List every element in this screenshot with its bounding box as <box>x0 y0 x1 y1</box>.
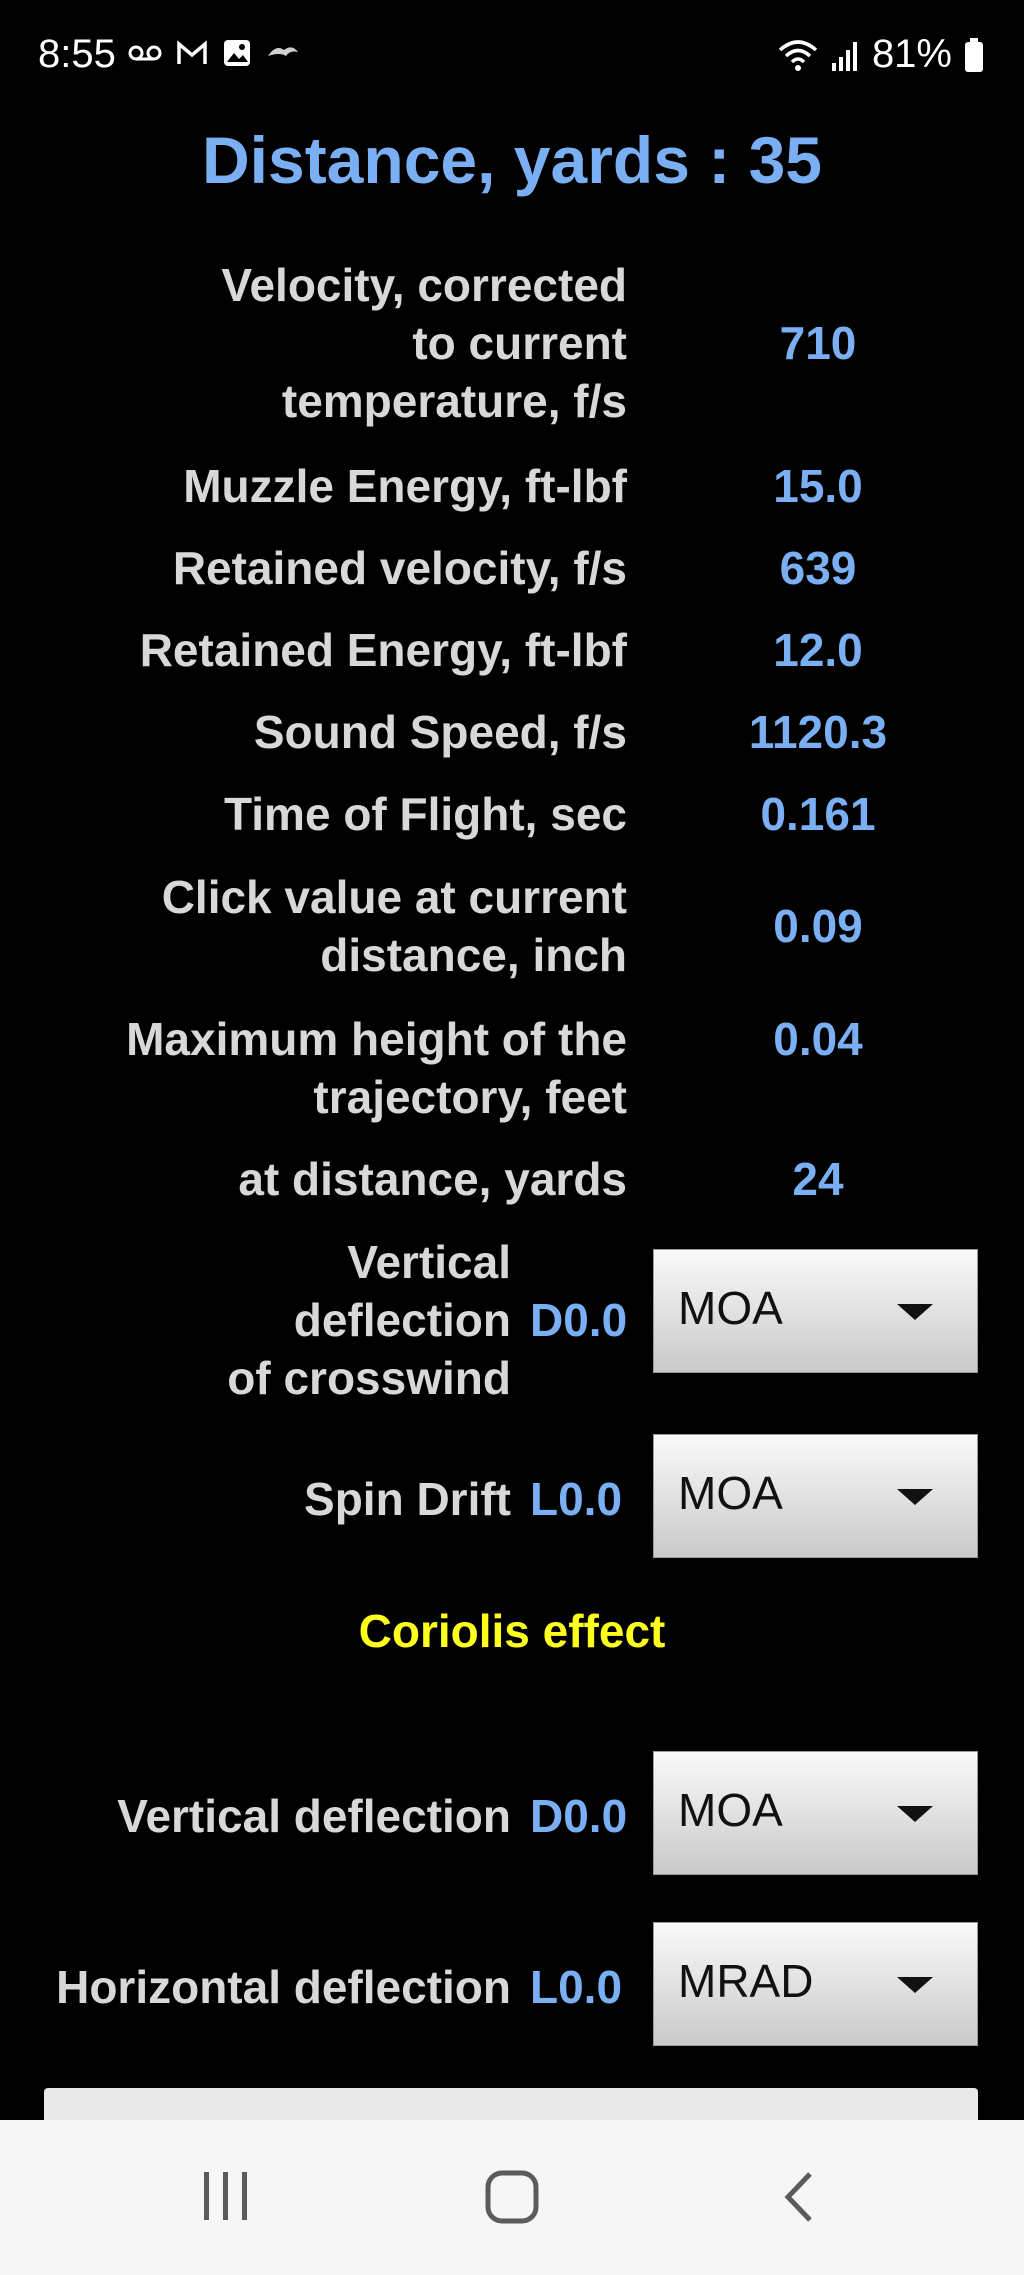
voicemail-icon <box>128 45 162 61</box>
result-value: 639 <box>779 542 857 594</box>
wifi-icon <box>778 39 818 71</box>
select-value: MOA <box>678 1282 783 1334</box>
bird-icon <box>268 47 298 56</box>
result-value: 710 <box>779 317 857 369</box>
label-line: of crosswind <box>227 1352 511 1404</box>
select-value: MRAD <box>678 1955 814 2007</box>
result-label: Maximum height of the trajectory, feet <box>126 1010 627 1126</box>
result-value: 15.0 <box>773 460 863 512</box>
crosswind-unit-select[interactable]: MOA <box>653 1249 978 1373</box>
result-label: Retained Energy, ft-lbf <box>140 621 627 679</box>
label-line: temperature, f/s <box>281 375 627 427</box>
gallery-icon <box>224 40 250 66</box>
result-label: Click value at current distance, inch <box>162 868 627 984</box>
label-line: Retained Energy, ft-lbf <box>139 624 627 676</box>
label-line: Vertical <box>347 1236 511 1288</box>
result-label: at distance, yards <box>238 1150 627 1208</box>
gmail-icon <box>177 40 207 64</box>
result-value: 0.09 <box>773 900 863 952</box>
coriolis-horizontal-label: Horizontal deflection <box>56 1961 511 2013</box>
result-label: Retained velocity, f/s <box>173 539 627 597</box>
result-label: Sound Speed, f/s <box>254 703 627 761</box>
label-line: Velocity, corrected <box>221 259 627 311</box>
back-icon[interactable] <box>780 2170 816 2224</box>
label-line: Time of Flight, sec <box>224 788 627 840</box>
result-label: Velocity, corrected to current temperatu… <box>221 256 627 430</box>
chevron-down-icon <box>897 1977 933 1993</box>
spin-drift-label: Spin Drift <box>304 1473 511 1525</box>
label-line: Retained velocity, f/s <box>172 542 627 594</box>
coriolis-vertical-value: D0.0 <box>530 1790 628 1842</box>
label-line: deflection <box>293 1294 511 1346</box>
chevron-down-icon <box>897 1806 933 1822</box>
chevron-down-icon <box>897 1304 933 1320</box>
result-value: 1120.3 <box>748 706 888 758</box>
label-line: Sound Speed, f/s <box>253 706 627 758</box>
coriolis-horizontal-unit-select[interactable]: MRAD <box>653 1922 978 2046</box>
spin-drift-unit-select[interactable]: MOA <box>653 1434 978 1558</box>
page-title: Distance, yards : 35 <box>202 123 822 197</box>
label-line: to current <box>412 317 627 369</box>
label-line: distance, inch <box>320 929 627 981</box>
result-label: Time of Flight, sec <box>224 785 627 843</box>
spin-drift-value: L0.0 <box>530 1473 623 1525</box>
label-line: at distance, yards <box>238 1153 627 1205</box>
home-icon[interactable] <box>485 2170 539 2224</box>
battery-icon <box>965 37 983 72</box>
navigation-bar <box>0 2120 1024 2275</box>
result-value: 0.161 <box>760 788 876 840</box>
select-value: MOA <box>678 1467 783 1519</box>
system-icons: 81% <box>778 32 984 77</box>
coriolis-vertical-label: Vertical deflection <box>117 1790 511 1842</box>
label-line: trajectory, feet <box>313 1071 627 1123</box>
coriolis-vertical-unit-select[interactable]: MOA <box>653 1751 978 1875</box>
signal-icon <box>831 41 857 71</box>
label-line: Click value at current <box>161 871 627 923</box>
label-line: Maximum height of the <box>126 1013 627 1065</box>
notification-icons <box>128 38 300 68</box>
screen: 8:55 81% Distance, yards: 35 Velocity, … <box>0 0 1024 2275</box>
result-label: Muzzle Energy, ft-lbf <box>183 457 627 515</box>
recent-apps-icon[interactable] <box>200 2170 252 2224</box>
battery-percent: 81% <box>871 32 952 76</box>
status-bar: 8:55 81% <box>0 0 1024 110</box>
status-time: 8:55 <box>38 32 116 76</box>
result-value: 12.0 <box>773 624 863 676</box>
result-value: 0.04 <box>773 1013 863 1065</box>
crosswind-value: D0.0 <box>530 1294 628 1346</box>
select-value: MOA <box>678 1784 783 1836</box>
coriolis-section-title: Coriolis effect <box>358 1605 666 1657</box>
chevron-down-icon <box>897 1489 933 1505</box>
coriolis-horizontal-value: L0.0 <box>530 1961 623 2013</box>
label-line: Muzzle Energy, ft-lbf <box>183 460 627 512</box>
result-value: 24 <box>792 1153 844 1205</box>
crosswind-label: Vertical deflection of crosswind <box>227 1233 511 1407</box>
